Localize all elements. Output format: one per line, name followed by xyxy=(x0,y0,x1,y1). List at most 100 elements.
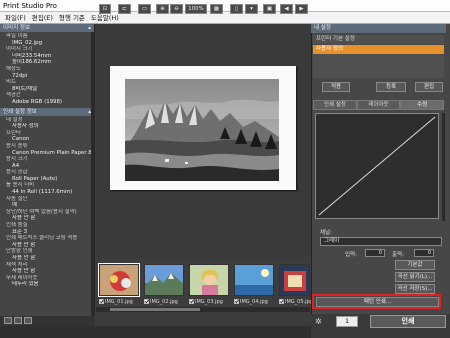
thumbnail-3-label[interactable]: IMG_03.jpg xyxy=(189,299,223,305)
tab-layout[interactable]: 레이아웃 xyxy=(356,100,401,110)
checkbox-icon[interactable] xyxy=(144,299,149,304)
preview-image[interactable] xyxy=(125,79,279,181)
print-info-value: 테두리 있음 xyxy=(12,281,39,288)
channel-select[interactable]: 그레이 xyxy=(320,237,442,246)
tone-curve-graph[interactable] xyxy=(315,113,439,219)
load-curve-button[interactable]: 곡선 읽기(L)... xyxy=(395,272,435,282)
print-info-value: 사용 안 함 xyxy=(12,255,36,261)
zoom-out-icon[interactable]: ⊖ xyxy=(170,4,183,14)
image-info-value: IMG_02.jpg xyxy=(12,39,43,46)
gear-icon[interactable]: ✲ xyxy=(315,317,324,326)
print-info-value: Canon xyxy=(12,136,30,143)
output-label: 출력: xyxy=(392,252,404,258)
print-info-label: 용지 공급 xyxy=(6,169,28,176)
zoom-in-icon[interactable]: ⊕ xyxy=(156,4,169,14)
thumbnail-4-name: IMG_04.jpg xyxy=(240,299,268,305)
thumbnail-3-name: IMG_03.jpg xyxy=(195,299,223,305)
info-scrollbar[interactable] xyxy=(91,32,95,316)
menu-file[interactable]: 파일(F) xyxy=(2,12,29,23)
print-info-list: 내 설정 사용자 정의 프린터 Canon 용지 종류 Canon Premium Pla… xyxy=(0,116,94,289)
rotate-icon[interactable]: ⊡ xyxy=(99,4,111,14)
zoom-level[interactable]: 100% xyxy=(185,4,207,14)
thumbnail-2-label[interactable]: IMG_02.jpg xyxy=(144,299,178,305)
thumbnail-4[interactable] xyxy=(234,264,274,296)
image-info-label: 파일 이름 xyxy=(6,33,28,39)
print-info-label: 롤 용지 너비 xyxy=(6,182,35,189)
previous-icon[interactable]: ◀ xyxy=(280,4,293,14)
tab-correction[interactable]: 수정 xyxy=(400,100,445,110)
print-info-value: 사용 안 함 xyxy=(12,241,36,248)
checkbox-icon[interactable] xyxy=(279,299,284,304)
thumbnail-scroll-thumb[interactable] xyxy=(110,308,200,311)
image-info-label: 색공간 xyxy=(6,92,21,99)
preview-toolbar xyxy=(96,242,310,258)
app-title-bar: Print Studio Pro xyxy=(0,0,450,12)
register-button[interactable]: 등록 xyxy=(376,82,406,92)
thumbnail-2[interactable] xyxy=(144,264,184,296)
preset-custom[interactable]: 사용자 정의 xyxy=(313,45,444,54)
highlight-box xyxy=(312,294,441,309)
checkbox-icon[interactable] xyxy=(189,299,194,304)
checkbox-icon[interactable] xyxy=(99,299,104,304)
image-info-value: 8비트/채널 xyxy=(12,85,38,92)
image-info-value: 높이186.62mm xyxy=(12,59,52,66)
checkbox-icon[interactable] xyxy=(234,299,239,304)
info-icon[interactable]: ▣ xyxy=(263,4,276,14)
print-info-value: Canon Premium Plain Paper 80 xyxy=(12,149,91,156)
save-curve-button[interactable]: 곡선 저장(S)... xyxy=(395,284,435,294)
thumbnail-5[interactable] xyxy=(279,264,310,296)
info-panel: 이미지 정보 ▴ 파일 이름 IMG_02.jpg 이미지 크기 너비233.54mm… xyxy=(0,24,95,326)
print-info-label: 용지 크기 xyxy=(6,156,28,163)
correction-scrollbar[interactable] xyxy=(442,113,445,221)
image-info-value: 72dpi xyxy=(12,72,28,79)
next-icon[interactable]: ▶ xyxy=(295,4,308,14)
paper-orientation-icon[interactable]: ▯ xyxy=(230,4,243,14)
menu-bar: 파일(F) 편집(E) 형행 기준 도움말(H) xyxy=(0,12,450,24)
image-info-value: Adobe RGB (1998) xyxy=(12,98,63,105)
fit-icon[interactable]: ▭ xyxy=(138,4,151,14)
print-info-label: 내 설정 xyxy=(6,116,23,123)
preset-list[interactable] xyxy=(313,54,444,78)
print-info-header[interactable]: 인쇄 설정 정보 ▴ xyxy=(0,107,94,116)
channel-value: 그레이 xyxy=(324,238,340,244)
print-info-value: A4 xyxy=(12,162,20,169)
thumbnail-5-label[interactable]: IMG_05.jpg xyxy=(279,299,313,305)
menu-view[interactable]: 형행 기준 xyxy=(56,12,88,23)
image-info-list: 파일 이름 IMG_02.jpg 이미지 크기 너비233.54mm 높이186.62m… xyxy=(0,32,94,107)
print-info-value: 표준 3 xyxy=(12,228,28,235)
thumbnail-3[interactable] xyxy=(189,264,229,296)
tab-print-settings[interactable]: 인쇄 설정 xyxy=(313,100,357,110)
thumbnail-1-label[interactable]: IMG_01.jpg xyxy=(99,299,133,305)
preset-printer-default[interactable]: 프린터 기본 설정 xyxy=(313,35,444,44)
view-double-icon[interactable] xyxy=(14,317,22,324)
view-mode-bar xyxy=(0,316,95,326)
print-button[interactable]: 인쇄 xyxy=(370,315,446,328)
image-info-header[interactable]: 이미지 정보 ▴ xyxy=(0,24,94,32)
thumbnail-1[interactable] xyxy=(98,263,140,297)
view-single-icon[interactable] xyxy=(4,317,12,324)
my-settings-header[interactable]: 내 설정 xyxy=(311,24,446,33)
image-info-label: 해상도 xyxy=(6,65,21,72)
copies-spinner[interactable]: 1 xyxy=(336,316,358,327)
input-field[interactable]: 0 xyxy=(365,249,385,257)
view-list-icon[interactable] xyxy=(24,317,32,324)
apply-button[interactable]: 적용 xyxy=(322,82,350,92)
default-button[interactable]: 기본값 xyxy=(395,260,435,270)
print-info-value: 사용 안 함 xyxy=(12,268,36,275)
crop-icon[interactable]: ⊏ xyxy=(118,4,131,14)
grid-icon[interactable]: ▦ xyxy=(210,4,223,14)
thumbnail-1-name: IMG_01.jpg xyxy=(105,299,133,305)
thumbnail-4-label[interactable]: IMG_04.jpg xyxy=(234,299,268,305)
channel-label: 채널: xyxy=(320,230,332,236)
settings-tabs: 인쇄 설정 레이아웃 수정 xyxy=(313,100,445,110)
print-info-label: 용지 종류 xyxy=(6,142,28,149)
collapse-icon[interactable]: ▴ xyxy=(88,24,91,32)
menu-edit[interactable]: 편집(E) xyxy=(29,12,56,23)
print-info-label: 단방향 인쇄 xyxy=(6,248,33,255)
edit-button[interactable]: 편집 xyxy=(415,82,443,92)
output-field[interactable]: 0 xyxy=(414,249,434,257)
print-info-label: 자동 절단 xyxy=(6,195,28,202)
input-label: 입력: xyxy=(345,252,357,258)
dropdown-icon[interactable]: ▾ xyxy=(245,4,258,14)
print-info-label: 무제 레이아웃 xyxy=(6,274,38,281)
